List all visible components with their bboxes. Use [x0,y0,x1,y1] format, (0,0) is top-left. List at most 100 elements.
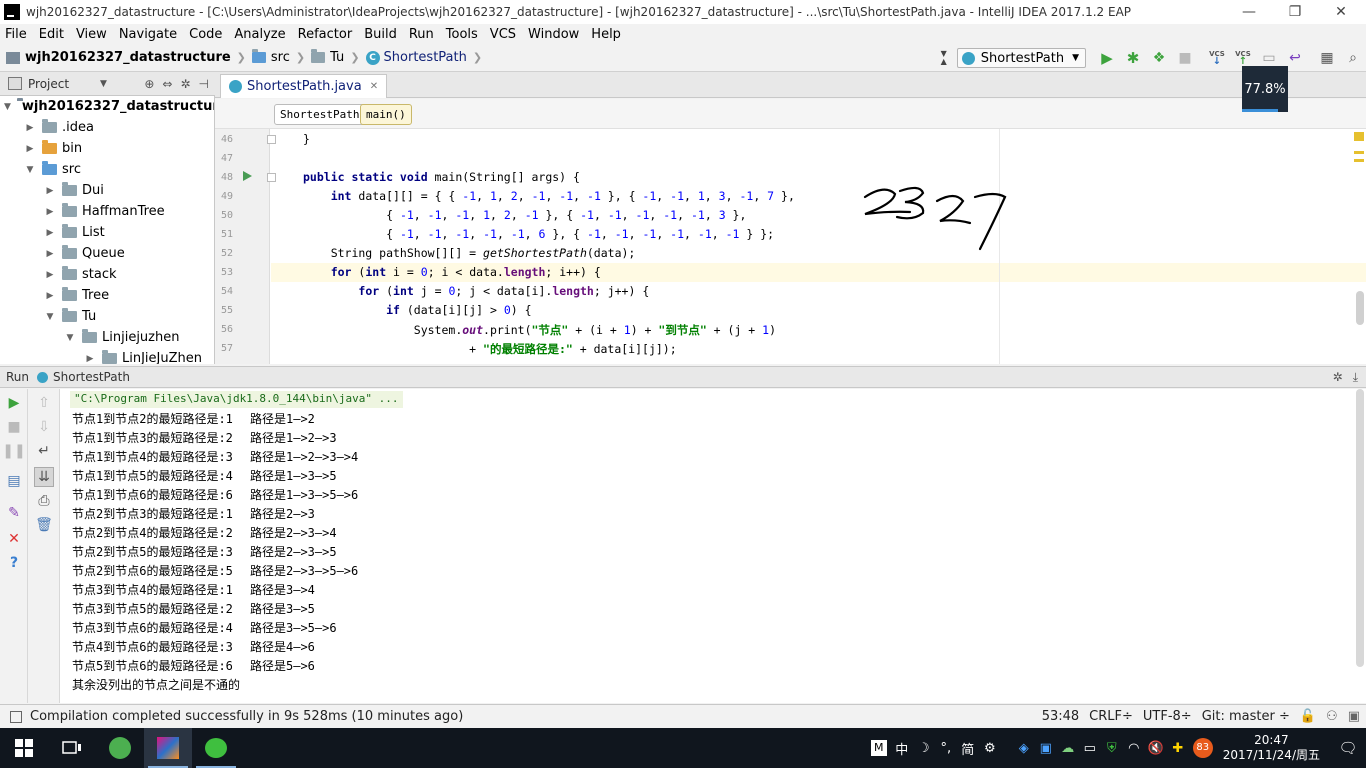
task-view-button[interactable] [48,728,96,768]
chevron-down-icon[interactable]: ▼ [100,79,107,89]
tree-item[interactable]: ▶ Tree [0,285,214,306]
menu-view[interactable]: View [75,27,108,42]
breadcrumb-class[interactable]: ShortestPath [274,104,366,125]
collapse-arrow-icon[interactable]: ▶ [44,207,56,217]
tree-item[interactable]: ▼ wjh20162327_datastructure [0,96,214,117]
gear-icon[interactable]: ⚙ [979,741,1001,756]
event-log-icon[interactable]: ▣ [1348,709,1360,724]
soft-wrap-icon[interactable]: ↵ [34,441,54,461]
tree-item[interactable]: ▶ .idea [0,117,214,138]
network-drive-icon[interactable]: ▣ [1035,741,1057,756]
code-editor[interactable]: 46 47 48 49 50 51 52 53 54 55 56 57 } public static… [215,129,1366,364]
console-scrollbar[interactable] [1356,389,1364,667]
wechat-tray-icon[interactable]: ☁ [1057,741,1079,756]
close-button[interactable]: ✕ [1318,0,1364,24]
collapse-icon[interactable]: ⇔ [162,77,172,91]
scroll-to-end-icon[interactable]: ⇊ [34,467,54,487]
menu-tools[interactable]: Tools [445,27,479,42]
warning-marker[interactable] [1354,159,1364,162]
punctuation-icon[interactable]: °, [935,741,957,756]
collapse-arrow-icon[interactable]: ▶ [84,354,96,364]
volume-muted-icon[interactable]: 🔇 [1145,741,1167,756]
ime-mode[interactable]: M [870,740,887,756]
collapse-arrow-icon[interactable]: ▶ [24,144,36,154]
run-gutter-icon[interactable] [243,171,252,181]
shield-icon[interactable]: ⛨ [1101,741,1123,756]
project-panel-title[interactable]: Project [28,77,69,91]
close-tab-icon[interactable]: ✕ [370,81,378,92]
tree-item[interactable]: ▶ Dui [0,180,214,201]
help-icon[interactable]: ? [4,553,24,573]
tree-item[interactable]: ▼ src [0,159,214,180]
menu-file[interactable]: File [4,27,28,42]
restore-layout-icon[interactable]: ▤ [4,471,24,491]
fold-marker-icon[interactable] [267,173,276,182]
nav-crumb-project[interactable]: wjh20162327_datastructure ❯ [6,50,246,65]
collapse-arrow-icon[interactable]: ▶ [44,291,56,301]
start-button[interactable] [0,728,48,768]
menu-build[interactable]: Build [363,27,398,42]
arrow-up-icon[interactable]: ⇧ [34,393,54,413]
plus-app-icon[interactable]: ✚ [1167,741,1189,756]
expand-arrow-icon[interactable]: ▼ [44,312,56,322]
battery-tray-icon[interactable]: ▭ [1079,741,1101,756]
run-tab-shortestpath[interactable]: ShortestPath [37,370,130,384]
run-config-selector[interactable]: ShortestPath ▼ [956,48,1086,68]
inspector-icon[interactable]: ⚇ [1326,709,1338,724]
expand-arrow-icon[interactable]: ▼ [4,102,11,112]
lock-icon[interactable]: 🔓 [1300,709,1316,724]
fold-marker-icon[interactable] [267,135,276,144]
menu-help[interactable]: Help [590,27,622,42]
project-tool-icon[interactable] [8,77,22,90]
collapse-arrow-icon[interactable]: ▶ [44,249,56,259]
expand-arrow-icon[interactable]: ▼ [64,333,76,343]
tree-item[interactable]: ▶ HaffmanTree [0,201,214,222]
gear-icon[interactable]: ✲ [180,77,190,91]
ime-language[interactable]: 中 [891,739,913,758]
nav-crumb-class[interactable]: C ShortestPath ❯ [365,50,482,65]
debug-button[interactable]: ✱ [1122,47,1144,69]
hide-panel-icon[interactable]: ⊣ [199,77,209,91]
tree-item[interactable]: ▼ Tu [0,306,214,327]
ime-simplified[interactable]: 简 [957,739,979,758]
collapse-arrow-icon[interactable]: ▶ [44,186,56,196]
menu-code[interactable]: Code [188,27,223,42]
console-output[interactable]: "C:\Program Files\Java\jdk1.8.0_144\bin\… [60,389,1366,703]
vcs-update-button[interactable]: VCS ↓ [1206,47,1228,69]
nav-crumb-package[interactable]: Tu ❯ [311,49,360,65]
tree-item[interactable]: ▶ LinJieJuZhen [0,348,214,364]
print-icon[interactable]: ⎙ [34,491,54,511]
menu-analyze[interactable]: Analyze [233,27,286,42]
wifi-icon[interactable]: ◠ [1123,741,1145,756]
editor-scrollbar[interactable] [1356,291,1364,325]
battery-level-badge[interactable]: 83 [1192,738,1213,758]
git-branch[interactable]: Git: master ÷ [1202,709,1290,724]
taskbar-app-wechat[interactable] [192,728,240,768]
breadcrumb-method[interactable]: main() [360,104,412,125]
minimize-button[interactable]: — [1226,0,1272,24]
trash-icon[interactable]: 🗑 [34,515,54,535]
collapse-arrow-icon[interactable]: ▶ [44,228,56,238]
coverage-button[interactable]: ❖ [1148,47,1170,69]
clock[interactable]: 20:47 2017/11/24/周五 [1223,733,1320,763]
menu-edit[interactable]: Edit [38,27,65,42]
notification-icon[interactable]: 🗨 [1330,739,1366,757]
run-button[interactable]: ▶ [1096,47,1118,69]
stop-icon[interactable]: ■ [4,417,24,437]
collapse-arrow-icon[interactable]: ▶ [24,123,36,133]
expand-arrow-icon[interactable]: ▼ [24,165,36,175]
locate-icon[interactable]: ⊕ [144,77,154,91]
menu-window[interactable]: Window [527,27,580,42]
sort-icon[interactable]: ▼ ▲ [933,47,955,69]
tab-shortestpath-java[interactable]: ShortestPath.java ✕ [220,74,388,98]
collapse-arrow-icon[interactable]: ▶ [44,270,56,280]
menu-refactor[interactable]: Refactor [297,27,354,42]
rerun-icon[interactable]: ▶ [4,393,24,413]
nav-crumb-src[interactable]: src ❯ [251,49,305,65]
taskbar-app-360[interactable] [96,728,144,768]
file-encoding[interactable]: UTF-8÷ [1143,709,1192,724]
maximize-button[interactable]: ❐ [1272,0,1318,24]
warning-marker[interactable] [1354,132,1364,141]
moon-icon[interactable]: ☽ [913,741,935,756]
menu-vcs[interactable]: VCS [489,27,517,42]
